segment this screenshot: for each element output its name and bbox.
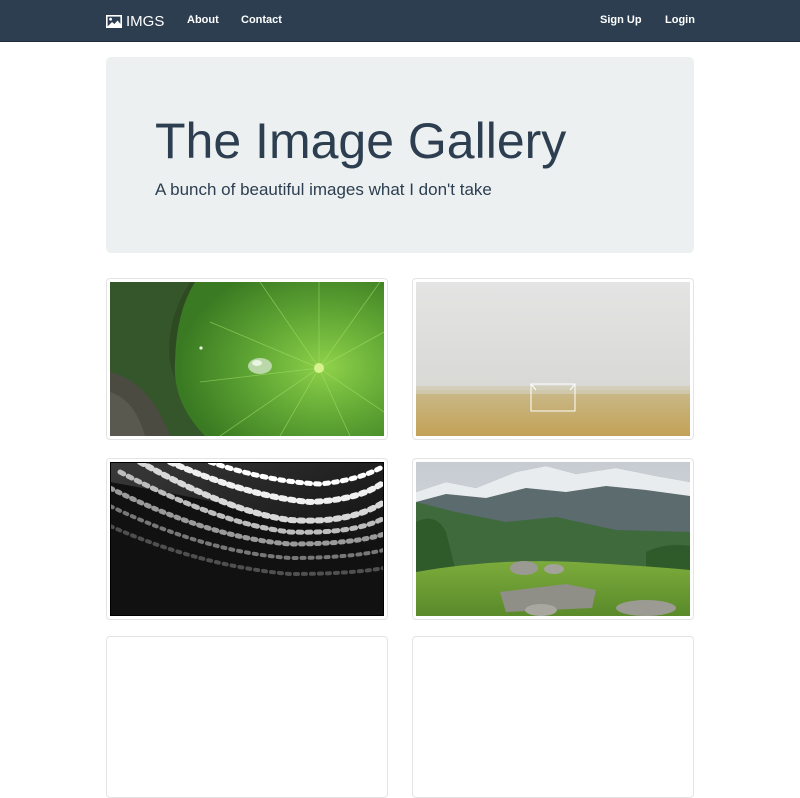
brand-link[interactable]: IMGS (106, 11, 164, 31)
picture-icon (106, 14, 122, 28)
foggy-field-image (416, 282, 690, 436)
gallery-thumbnail-lotus-leaf[interactable] (106, 278, 388, 440)
navbar: IMGS About Contact Sign Up Login (0, 0, 800, 42)
mountain-meadow-image (416, 462, 690, 616)
gallery-thumbnail-partial-6[interactable] (412, 636, 694, 798)
jumbotron: The Image Gallery A bunch of beautiful i… (106, 57, 694, 253)
gallery-thumbnail-architecture[interactable] (106, 458, 388, 620)
lotus-leaf-image (110, 282, 384, 436)
nav-contact-link[interactable]: Contact (241, 13, 282, 27)
nav-signup-link[interactable]: Sign Up (600, 13, 642, 27)
page-subtitle: A bunch of beautiful images what I don't… (155, 180, 492, 199)
gallery-thumbnail-partial-5[interactable] (106, 636, 388, 798)
nav-login-link[interactable]: Login (665, 13, 695, 27)
gallery-thumbnail-foggy-field[interactable] (412, 278, 694, 440)
brand-label: IMGS (126, 12, 165, 30)
nav-about-link[interactable]: About (187, 13, 219, 27)
gallery-thumbnail-mountain-meadow[interactable] (412, 458, 694, 620)
architecture-image (110, 462, 384, 616)
page-title: The Image Gallery (155, 113, 567, 169)
